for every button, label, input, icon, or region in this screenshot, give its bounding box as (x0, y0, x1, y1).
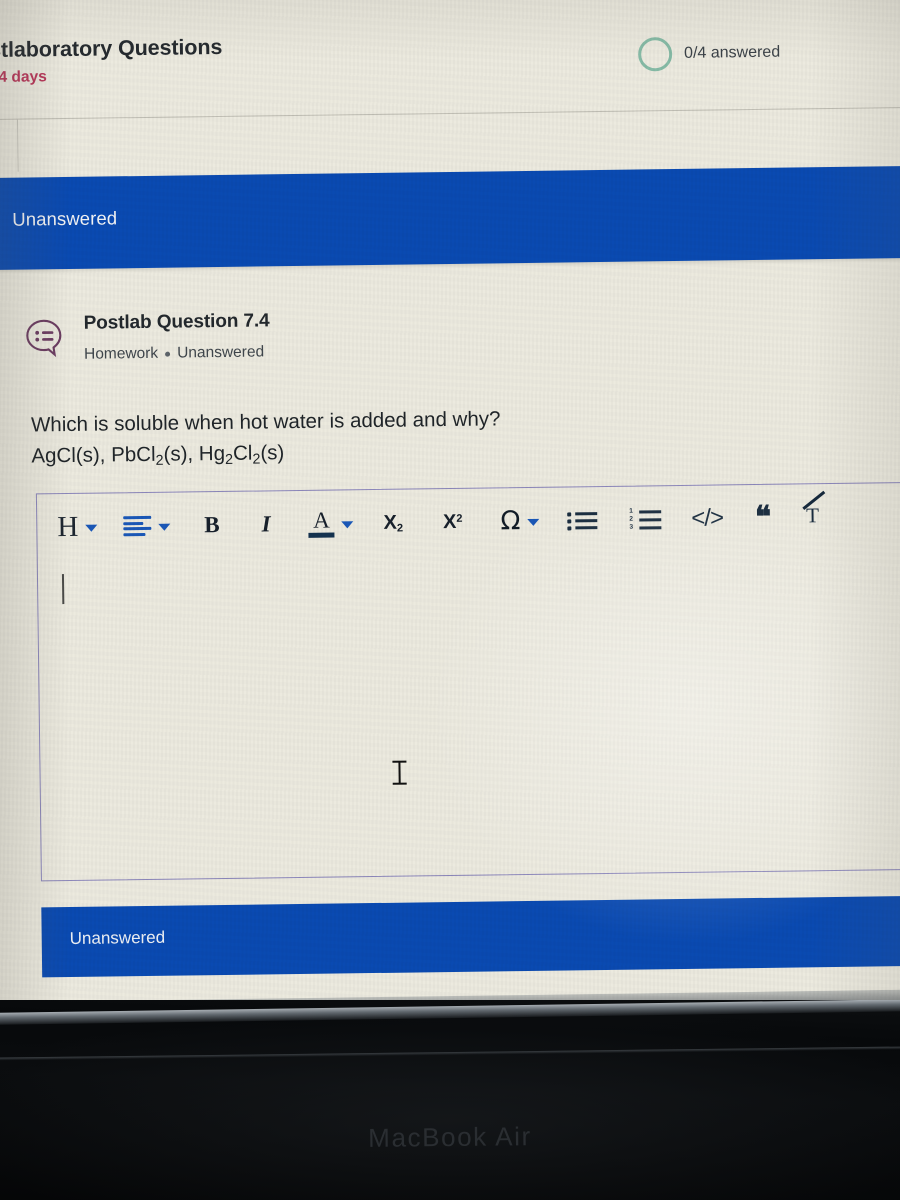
due-date-text: in 4 days (0, 68, 47, 86)
question-meta: Homework Unanswered (84, 343, 264, 363)
bezel-hinge-line (0, 1046, 900, 1061)
list-num-1: 1 (629, 507, 633, 515)
question-body: Which is soluble when hot water is added… (31, 399, 832, 478)
progress-ring-icon (637, 37, 673, 72)
chevron-down-icon (341, 521, 354, 529)
list-num-3: 3 (629, 523, 634, 531)
question-status-banner-bottom: Unanswered (41, 895, 900, 978)
color-swatch-bar (308, 532, 335, 539)
question-type-label: Homework (83, 344, 159, 363)
mouse-ibeam-cursor (392, 760, 407, 786)
chevron-down-icon (527, 518, 540, 526)
special-character-button[interactable]: Ω (500, 497, 540, 546)
clear-formatting-button[interactable]: T (802, 490, 830, 541)
answered-status: 0/4 answered (637, 36, 781, 72)
answered-count-label: 0/4 answered (684, 43, 781, 62)
assignment-header: ostlaboratory Questions in 4 days 0/4 an… (0, 12, 900, 112)
code-button[interactable]: </> (691, 494, 723, 542)
bezel-top-edge (0, 1000, 900, 1026)
blockquote-icon: ❝ (754, 500, 772, 535)
italic-glyph: I (261, 511, 271, 537)
list-num-2: 2 (629, 515, 633, 523)
laptop-screen-photo: ostlaboratory Questions in 4 days 0/4 an… (0, 0, 900, 1200)
question-status-label: Unanswered (177, 343, 265, 362)
numbered-list-icon: 1 2 3 (629, 507, 662, 531)
bulleted-list-button[interactable] (567, 496, 598, 544)
app-content: ostlaboratory Questions in 4 days 0/4 an… (0, 0, 900, 1026)
device-label: MacBook Air (368, 1121, 532, 1153)
text-color-glyph: A (313, 507, 330, 533)
bezel-vignette (0, 1000, 900, 1200)
formula-subscript: 2 (252, 451, 261, 468)
align-button[interactable] (123, 502, 171, 551)
text-caret (61, 574, 65, 605)
bold-glyph: B (204, 512, 220, 538)
numbered-list-button[interactable]: 1 2 3 (629, 495, 662, 543)
bold-button[interactable]: B (204, 501, 220, 549)
omega-icon: Ω (500, 506, 521, 537)
heading-glyph: H (57, 510, 79, 543)
align-icon (123, 515, 152, 537)
chevron-down-icon (85, 524, 98, 532)
superscript-glyph: X2 (442, 510, 463, 533)
italic-button[interactable]: I (261, 500, 271, 548)
question-heading: Postlab Question 7.4 (83, 310, 270, 334)
superscript-button[interactable]: X2 (443, 498, 463, 546)
subscript-button[interactable]: X2 (383, 499, 403, 547)
formula-subscript: 2 (155, 452, 164, 469)
formula-subscript: 2 (225, 451, 234, 468)
chevron-down-icon (158, 523, 171, 531)
question-status-banner-top: Unanswered (0, 165, 900, 271)
banner-top-label: Unanswered (12, 207, 118, 230)
bulleted-list-icon (567, 510, 598, 531)
text-color-icon: A (308, 507, 335, 539)
answer-editor[interactable]: H B I A X2 X2 Ω 1 2 3 </> ❝ T (35, 481, 900, 882)
page-title: ostlaboratory Questions (0, 34, 223, 63)
editor-toolbar: H B I A X2 X2 Ω 1 2 3 </> ❝ T (37, 483, 900, 560)
subscript-glyph: X2 (383, 511, 404, 534)
laptop-bezel: MacBook Air (0, 1000, 900, 1200)
heading-button[interactable]: H (57, 503, 98, 552)
banner-bottom-label: Unanswered (69, 927, 166, 949)
code-icon: </> (691, 504, 724, 532)
card-edge (16, 119, 19, 172)
meta-separator-dot (165, 351, 171, 357)
answer-textarea[interactable] (38, 549, 900, 882)
text-color-button[interactable]: A (308, 499, 354, 548)
blockquote-button[interactable]: ❝ (755, 494, 772, 542)
clear-formatting-icon: T (802, 490, 829, 529)
question-bubble-icon (23, 316, 66, 359)
